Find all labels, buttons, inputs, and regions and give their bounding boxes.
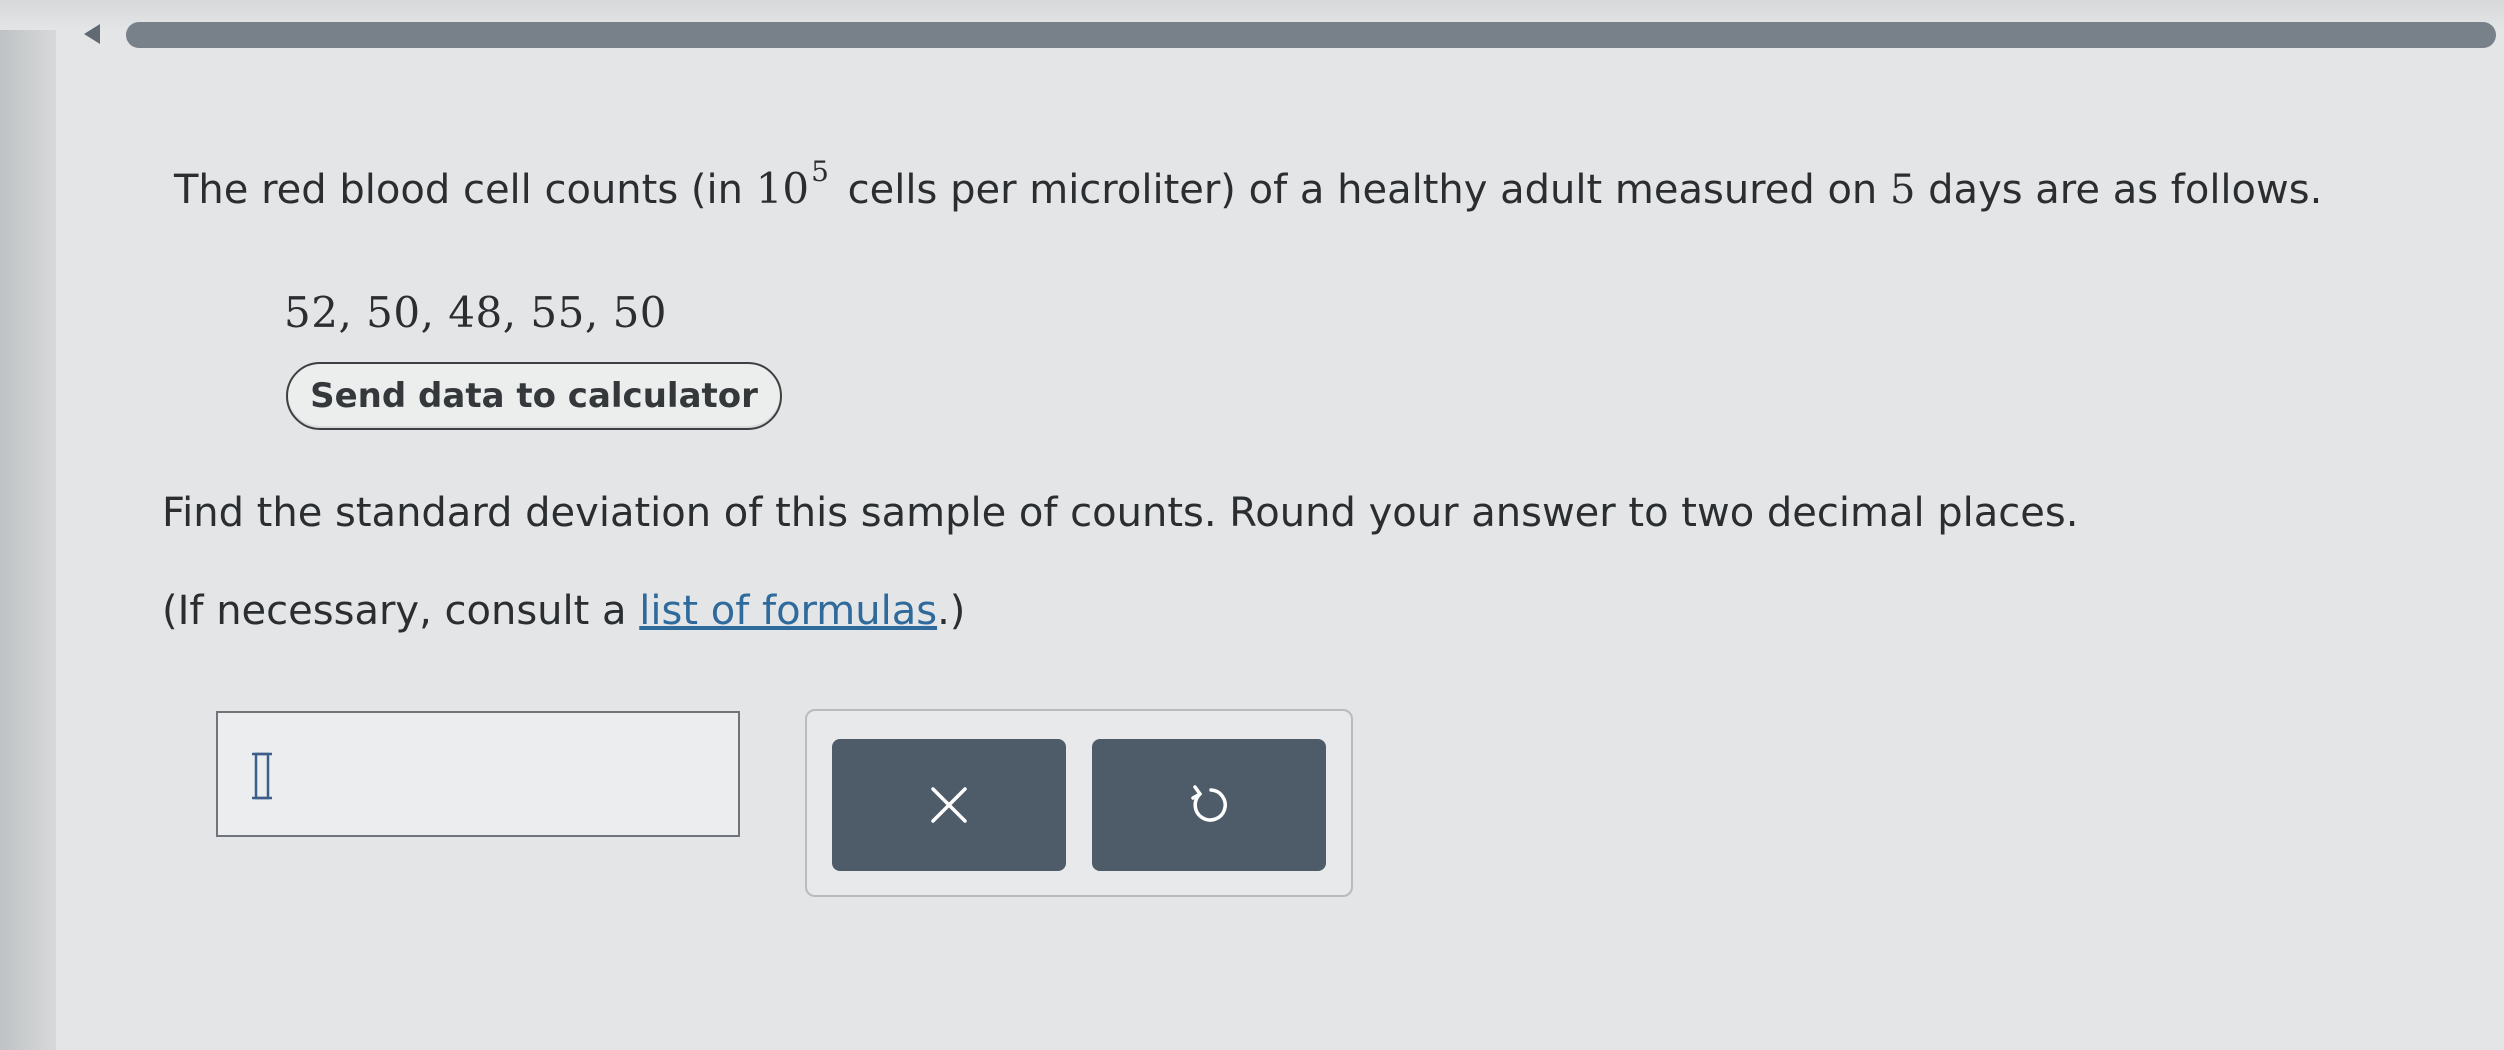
question-middle: cells per microliter) of a healthy adult… [834, 167, 1890, 213]
data-values: 52, 50, 48, 55, 50 [284, 288, 668, 337]
clear-button[interactable] [832, 739, 1066, 871]
back-arrow-icon[interactable] [84, 24, 100, 44]
question-end: days are as follows. [1915, 167, 2323, 213]
action-button-panel [805, 709, 1353, 897]
close-icon [931, 787, 967, 823]
text-cursor-icon [252, 752, 272, 800]
send-data-button[interactable]: Send data to calculator [286, 362, 782, 430]
exponent-base: 10 [755, 164, 810, 213]
answer-input[interactable] [216, 711, 740, 837]
undo-icon [1191, 785, 1227, 822]
formula-list-link[interactable]: list of formulas [639, 588, 937, 634]
question-intro: The red blood cell counts (in [174, 167, 756, 213]
days-count: 5 [1890, 167, 1916, 213]
progress-bar [126, 22, 2496, 48]
left-edge-strip [0, 0, 56, 1050]
question-text: The red blood cell counts (in 105 cells … [174, 155, 2323, 213]
formula-note-prefix: (If necessary, consult a [162, 588, 640, 634]
exponent-power: 5 [811, 155, 829, 188]
formula-note: (If necessary, consult a list of formula… [162, 588, 965, 634]
formula-note-suffix: .) [937, 588, 966, 634]
reset-button[interactable] [1092, 739, 1326, 871]
instruction-text: Find the standard deviation of this samp… [162, 490, 2079, 536]
